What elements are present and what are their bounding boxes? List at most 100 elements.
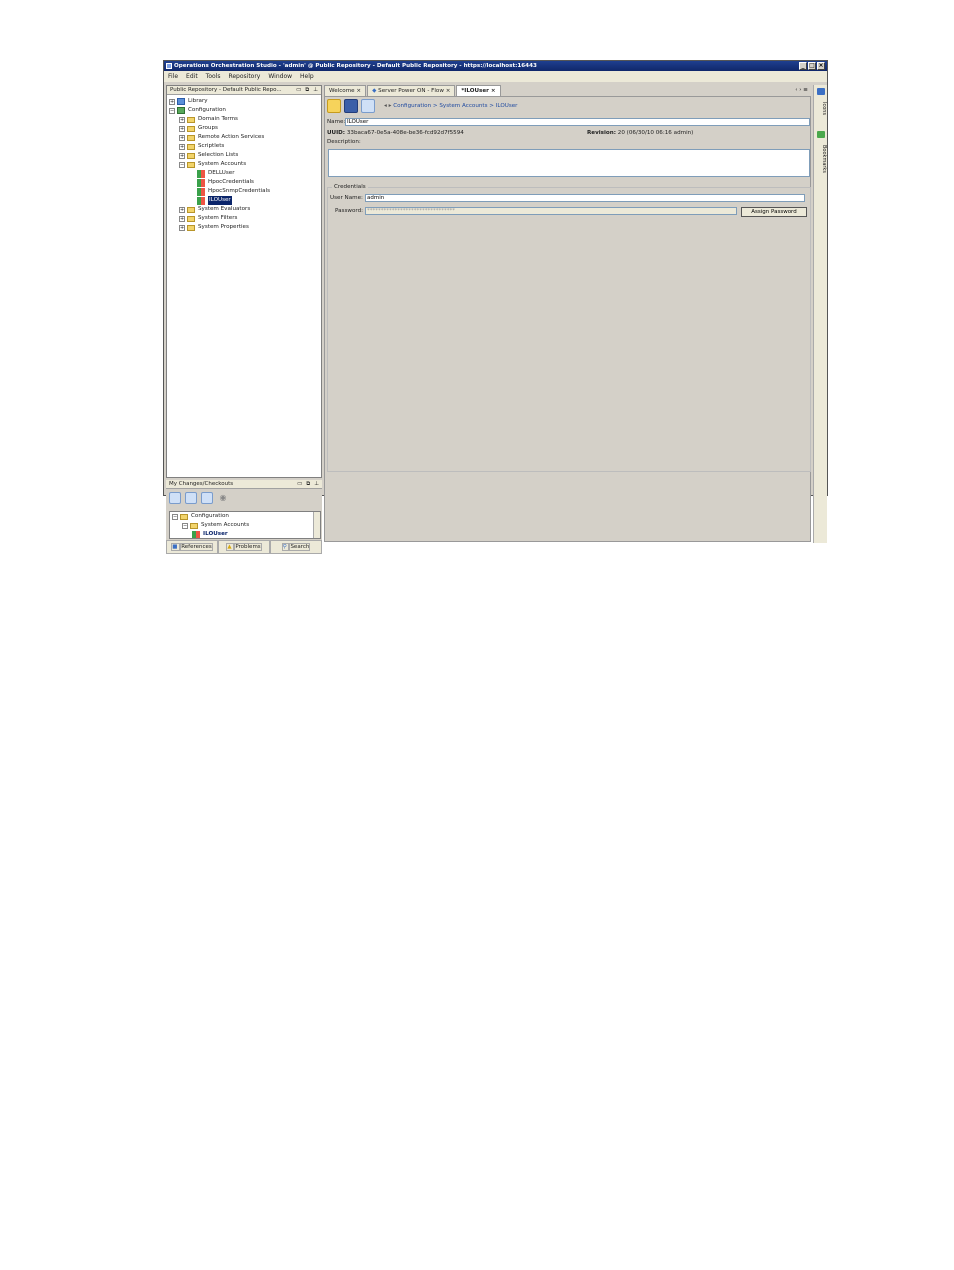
save-icon[interactable]: [344, 99, 358, 113]
tree-node-configuration[interactable]: − Configuration: [169, 106, 321, 115]
tab-bookmarks[interactable]: Bookmarks: [815, 141, 827, 177]
tree-node-system-filters[interactable]: + System Filters: [169, 214, 321, 223]
menu-help[interactable]: Help: [300, 71, 314, 82]
expand-icon[interactable]: +: [179, 224, 185, 231]
expand-icon[interactable]: +: [179, 152, 185, 159]
changes-toolbar: ◉: [166, 489, 322, 507]
tree-node-system-evaluators[interactable]: + System Evaluators: [169, 205, 321, 214]
tab-navigation[interactable]: ‹ › ≡: [795, 85, 808, 95]
close-tab-icon[interactable]: ×: [491, 88, 496, 94]
tree-node-system-accounts[interactable]: − System Accounts: [169, 160, 321, 169]
icons-view-icon[interactable]: [817, 88, 825, 95]
right-view-strip: Icons Bookmarks: [813, 85, 827, 543]
expand-icon[interactable]: +: [179, 215, 185, 222]
expand-icon[interactable]: +: [169, 98, 175, 105]
minimize-view-icon[interactable]: ▭: [296, 86, 301, 94]
folder-icon: [187, 215, 195, 222]
tree-node-domain-terms[interactable]: + Domain Terms: [169, 115, 321, 124]
properties-icon[interactable]: [361, 99, 375, 113]
menu-edit[interactable]: Edit: [186, 71, 198, 82]
minimize-button[interactable]: _: [799, 62, 807, 70]
tree-node-library[interactable]: + Library: [169, 97, 321, 106]
open-folder-icon: [180, 513, 188, 520]
view-icon[interactable]: ◉: [217, 492, 229, 504]
tree-node-selection-lists[interactable]: + Selection Lists: [169, 151, 321, 160]
changes-node-ilouser[interactable]: ILOUser: [170, 530, 320, 538]
menu-file[interactable]: File: [168, 71, 178, 82]
tree-node-hpoccredentials[interactable]: HpocCredentials: [169, 178, 321, 187]
menu-repository[interactable]: Repository: [228, 71, 260, 82]
tree-node-delluser[interactable]: DELLUser: [169, 169, 321, 178]
back-icon[interactable]: ◂: [384, 103, 387, 109]
pin-icon[interactable]: ⊥: [313, 86, 318, 94]
checkout-icon[interactable]: [327, 99, 341, 113]
collapse-icon[interactable]: −: [182, 522, 188, 529]
open-folder-icon: [190, 522, 198, 529]
app-icon: [166, 63, 172, 69]
pin-icon[interactable]: ⊥: [314, 480, 319, 488]
expand-icon[interactable]: +: [179, 134, 185, 141]
tree-node-groups[interactable]: + Groups: [169, 124, 321, 133]
breadcrumb-system-accounts[interactable]: System Accounts: [439, 103, 487, 109]
tree-node-ilouser[interactable]: ILOUser: [169, 196, 321, 205]
minimize-view-icon[interactable]: ▭: [297, 480, 302, 488]
expand-icon[interactable]: +: [179, 116, 185, 123]
tab-welcome[interactable]: Welcome ×: [324, 85, 367, 96]
tab-problems[interactable]: ▲ Problems: [218, 540, 270, 554]
refresh-icon[interactable]: [169, 492, 181, 504]
maximize-button[interactable]: □: [808, 62, 816, 70]
changes-tree: − Configuration − System Accounts ILOUse…: [169, 511, 321, 539]
menu-tools[interactable]: Tools: [206, 71, 221, 82]
folder-icon: [187, 143, 195, 150]
tree-node-remote-action-services[interactable]: + Remote Action Services: [169, 133, 321, 142]
changes-panel: My Changes/Checkouts ▭ ⧉ ⊥ ◉ − Configura…: [166, 480, 322, 540]
collapse-icon[interactable]: −: [179, 161, 185, 168]
folder-icon: [187, 152, 195, 159]
name-input[interactable]: [345, 118, 810, 126]
close-tab-icon[interactable]: ×: [356, 88, 361, 94]
tree-node-hpocsnmpcredentials[interactable]: HpocSnmpCredentials: [169, 187, 321, 196]
restore-view-icon[interactable]: ⧉: [305, 86, 309, 94]
close-button[interactable]: ×: [817, 62, 825, 70]
repository-panel-header: Public Repository - Default Public Repo.…: [167, 86, 321, 95]
breadcrumb: ◂ ▸ Configuration > System Accounts > IL…: [384, 103, 518, 109]
uuid-row: UUID: 33baca67-0e5a-408e-be36-fcd92d7f55…: [327, 129, 464, 138]
collapse-icon[interactable]: −: [172, 513, 178, 520]
expand-icon[interactable]: +: [179, 143, 185, 150]
collapse-icon[interactable]: −: [169, 107, 175, 114]
account-icon: [197, 187, 205, 196]
studio-window: Operations Orchestration Studio - 'admin…: [163, 60, 828, 554]
account-icon: [197, 178, 205, 187]
description-textarea[interactable]: [328, 149, 810, 177]
close-tab-icon[interactable]: ×: [446, 88, 451, 94]
bookmarks-view-icon[interactable]: [817, 131, 825, 138]
breadcrumb-configuration[interactable]: Configuration: [393, 103, 431, 109]
changes-node-configuration[interactable]: − Configuration: [170, 512, 320, 521]
menu-window[interactable]: Window: [268, 71, 292, 82]
tab-ilouser[interactable]: *ILOUser ×: [456, 85, 501, 96]
restore-view-icon[interactable]: ⧉: [306, 480, 310, 488]
password-input[interactable]: [365, 207, 737, 215]
window-title: Operations Orchestration Studio - 'admin…: [174, 63, 537, 69]
username-label: User Name:: [330, 195, 363, 201]
tree-node-system-properties[interactable]: + System Properties: [169, 223, 321, 232]
tab-server-power-on-flow[interactable]: ◆ Server Power ON - Flow ×: [367, 85, 456, 96]
credentials-legend: Credentials: [332, 184, 368, 190]
repository-panel-title: Public Repository - Default Public Repo.…: [170, 87, 282, 93]
changes-node-system-accounts[interactable]: − System Accounts: [170, 521, 320, 530]
forward-icon[interactable]: ▸: [389, 103, 392, 109]
collapse-all-icon[interactable]: [201, 492, 213, 504]
tab-references[interactable]: ■ References: [166, 540, 218, 554]
assign-password-button[interactable]: Assign Password: [741, 207, 807, 217]
credentials-group: Credentials User Name: Password: Assign …: [327, 184, 811, 472]
configuration-icon: [177, 107, 185, 114]
tab-icons[interactable]: Icons: [815, 97, 827, 121]
tree-node-scriptlets[interactable]: + Scriptlets: [169, 142, 321, 151]
tab-search[interactable]: ⚲ Search: [270, 540, 322, 554]
changes-scrollbar[interactable]: [313, 512, 320, 538]
username-input[interactable]: [365, 194, 805, 202]
expand-icon[interactable]: +: [179, 125, 185, 132]
expand-all-icon[interactable]: [185, 492, 197, 504]
expand-icon[interactable]: +: [179, 206, 185, 213]
folder-icon: [187, 134, 195, 141]
